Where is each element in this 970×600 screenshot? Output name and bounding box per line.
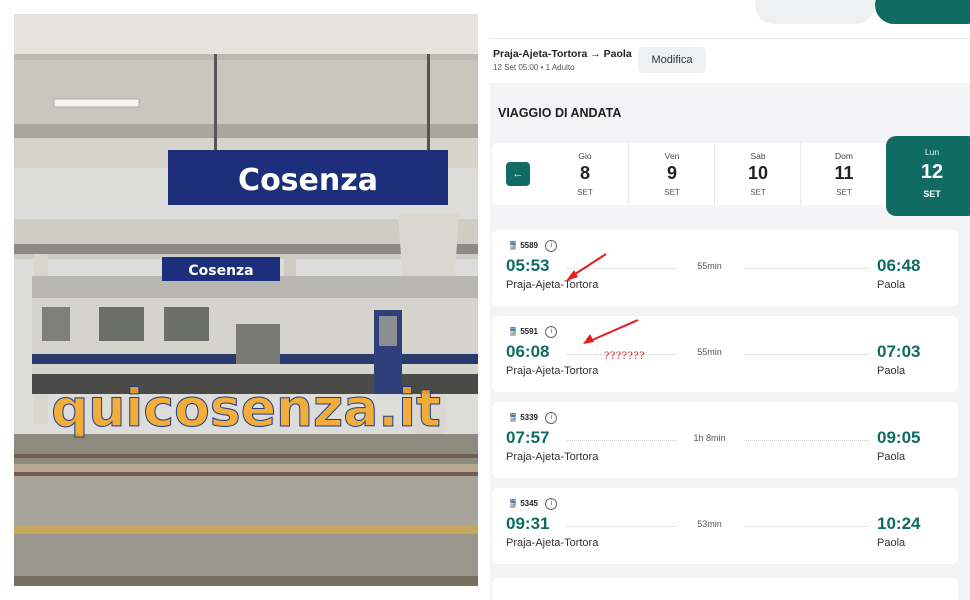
departure-station: Praja-Ajeta-Tortora xyxy=(506,279,599,291)
train-number: 5345 xyxy=(520,499,538,509)
date-option[interactable]: Dom 11 SET xyxy=(800,143,887,205)
departure-time: 09:31 xyxy=(506,514,550,533)
train-number-line: 🚆 5589 i xyxy=(508,240,558,252)
connector-line xyxy=(567,268,677,269)
date-day: 11 xyxy=(834,163,854,183)
connector-line xyxy=(567,440,677,441)
connector-line xyxy=(744,526,869,527)
annotation-question-marks: ??????? xyxy=(604,351,646,362)
info-icon[interactable]: i xyxy=(545,326,558,338)
date-day: 10 xyxy=(747,163,769,183)
connector-line xyxy=(744,440,869,441)
date-month: SET xyxy=(664,188,680,197)
trip-duration: 1h 8min xyxy=(693,433,726,443)
date-day: 8 xyxy=(579,163,590,183)
train-number-line: 🚆 5345 i xyxy=(508,498,558,510)
train-result-card-partial[interactable] xyxy=(492,578,958,600)
departure-station: Praja-Ajeta-Tortora xyxy=(506,451,599,463)
train-result-card[interactable]: 🚆 5589 i 05:53 Praja-Ajeta-Tortora 55min… xyxy=(492,230,958,306)
trip-duration: 53min xyxy=(697,519,722,529)
date-weekday: Sab xyxy=(750,151,766,161)
train-icon: 🚆 xyxy=(508,499,518,509)
departure-station: Praja-Ajeta-Tortora xyxy=(506,365,599,377)
connector-line xyxy=(744,354,869,355)
station-illustration: Cosenza Cosenza quicosenza.it xyxy=(14,14,478,586)
info-icon[interactable]: i xyxy=(545,240,558,252)
date-month: SET xyxy=(577,188,593,197)
arrival-station: Paola xyxy=(877,279,906,291)
departure-time: 06:08 xyxy=(506,342,550,361)
train-result-card[interactable]: 🚆 5345 i 09:31 Praja-Ajeta-Tortora 53min… xyxy=(492,488,958,564)
arrival-time: 09:05 xyxy=(877,428,921,447)
edit-search-button[interactable]: Modifica xyxy=(638,47,706,73)
date-month: SET xyxy=(836,188,852,197)
date-weekday: Lun xyxy=(924,147,940,157)
tab-pill-right[interactable] xyxy=(875,0,970,24)
station-photo: Cosenza Cosenza quicosenza.it xyxy=(14,14,478,586)
arrival-time: 07:03 xyxy=(877,342,921,361)
train-result-card[interactable]: 🚆 5591 i 06:08 Praja-Ajeta-Tortora ?????… xyxy=(492,316,958,392)
train-number: 5589 xyxy=(520,241,538,251)
date-selector: ← Gio 8 SET Ven 9 SET Sab 10 SET Dom 11 … xyxy=(492,136,970,216)
arrival-time: 10:24 xyxy=(877,514,921,533)
arrival-station: Paola xyxy=(877,451,906,463)
date-day: 9 xyxy=(666,163,677,183)
date-option[interactable]: Ven 9 SET xyxy=(628,143,715,205)
trip-duration: 55min xyxy=(697,261,722,271)
route-summary: Praja-Ajeta-Tortora → Paola 12 Set 05:00… xyxy=(490,38,970,83)
train-number: 5339 xyxy=(520,413,538,423)
date-month: SET xyxy=(750,188,766,197)
section-title: VIAGGIO DI ANDATA xyxy=(498,106,622,120)
date-weekday: Ven xyxy=(664,151,680,161)
train-icon: 🚆 xyxy=(508,413,518,423)
train-icon: 🚆 xyxy=(508,241,518,251)
route-subtitle: 12 Set 05:00 • 1 Adulto xyxy=(493,63,575,72)
arrival-station: Paola xyxy=(877,537,906,549)
train-icon: 🚆 xyxy=(508,327,518,337)
departure-time: 05:53 xyxy=(506,256,550,275)
date-option[interactable]: Sab 10 SET xyxy=(714,143,801,205)
station-sign-text: Cosenza xyxy=(238,163,378,198)
date-option[interactable]: Gio 8 SET xyxy=(542,143,628,205)
station-sign-small-text: Cosenza xyxy=(188,263,253,279)
date-option-selected[interactable]: Lun 12 SET xyxy=(886,136,970,216)
departure-time: 07:57 xyxy=(506,428,550,447)
watermark-text: quicosenza.it xyxy=(51,379,441,439)
train-number: 5591 xyxy=(520,327,538,337)
connector-line xyxy=(744,268,869,269)
date-month: SET xyxy=(923,189,941,199)
info-icon[interactable]: i xyxy=(545,498,558,510)
route-title: Praja-Ajeta-Tortora → Paola xyxy=(493,48,632,60)
date-weekday: Dom xyxy=(835,151,853,161)
trip-duration: 55min xyxy=(697,347,722,357)
top-bar xyxy=(490,0,970,38)
tab-pill-left[interactable] xyxy=(755,0,875,24)
departure-station: Praja-Ajeta-Tortora xyxy=(506,537,599,549)
arrow-left-icon[interactable]: ← xyxy=(506,162,530,186)
connector-line xyxy=(567,526,677,527)
train-number-line: 🚆 5339 i xyxy=(508,412,558,424)
date-day: 12 xyxy=(920,161,944,183)
arrival-station: Paola xyxy=(877,365,906,377)
arrival-time: 06:48 xyxy=(877,256,921,275)
train-result-card[interactable]: 🚆 5339 i 07:57 Praja-Ajeta-Tortora 1h 8m… xyxy=(492,402,958,478)
info-icon[interactable]: i xyxy=(545,412,558,424)
date-weekday: Gio xyxy=(578,151,592,161)
train-number-line: 🚆 5591 i xyxy=(508,326,558,338)
booking-panel: Praja-Ajeta-Tortora → Paola 12 Set 05:00… xyxy=(490,0,970,600)
